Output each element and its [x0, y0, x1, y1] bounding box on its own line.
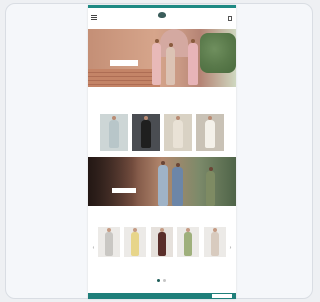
- product-price: [151, 267, 173, 270]
- product-image[interactable]: [124, 227, 146, 257]
- carousel-dots: [155, 279, 169, 282]
- banner-model-2-head: [175, 163, 180, 167]
- banner-model-3: [206, 167, 215, 206]
- category-card[interactable]: [164, 114, 192, 151]
- banner-model-2: [172, 163, 183, 206]
- banner-shop-button[interactable]: [112, 188, 136, 193]
- logo[interactable]: [155, 12, 169, 25]
- category-label: [132, 147, 160, 150]
- product-dress: [184, 232, 192, 256]
- category-dress: [173, 120, 183, 148]
- product-image[interactable]: [151, 227, 173, 257]
- hero-model-2-head: [168, 43, 173, 47]
- product-card[interactable]: [204, 227, 226, 275]
- product-name[interactable]: [124, 259, 146, 265]
- product-card[interactable]: [124, 227, 146, 275]
- hero-model-3: [188, 39, 198, 85]
- hero-title: [102, 47, 154, 53]
- product-card[interactable]: [177, 227, 199, 275]
- hero-shop-button[interactable]: [110, 60, 138, 66]
- banner-model-1-head: [161, 161, 165, 165]
- product-card[interactable]: [98, 227, 120, 275]
- newsletter-button[interactable]: [212, 294, 232, 298]
- category-dress: [141, 120, 151, 148]
- site-header: [88, 8, 236, 29]
- category-card[interactable]: [132, 114, 160, 151]
- bag-icon[interactable]: [227, 15, 233, 21]
- categories-title: [88, 97, 236, 103]
- hero-stairs: [88, 69, 160, 87]
- hero-subtitle: [102, 54, 154, 58]
- product-card[interactable]: [151, 227, 173, 275]
- category-card[interactable]: [100, 114, 128, 151]
- product-dress: [131, 232, 139, 256]
- menu-icon[interactable]: [91, 15, 97, 20]
- category-label: [196, 147, 224, 150]
- newsletter-bar: [88, 293, 236, 299]
- banner-year: [110, 169, 140, 181]
- product-price: [124, 267, 146, 270]
- category-grid: [100, 114, 224, 151]
- carousel-next-icon[interactable]: ›: [228, 245, 233, 251]
- product-dress: [158, 232, 166, 256]
- carousel-dot[interactable]: [163, 279, 166, 282]
- product-price: [177, 267, 199, 270]
- hero-foliage: [200, 33, 236, 73]
- logo-mark: [158, 12, 166, 18]
- logo-text: [155, 19, 169, 22]
- banner-subtitle: [106, 182, 144, 186]
- category-label: [100, 147, 128, 150]
- product-price: [204, 267, 226, 270]
- product-dress: [105, 232, 113, 256]
- hero-model-3-head: [191, 39, 195, 43]
- carousel-prev-icon[interactable]: ‹: [91, 245, 96, 251]
- product-image[interactable]: [98, 227, 120, 257]
- hero-model-2: [166, 43, 175, 85]
- banner-model-3-head: [208, 167, 213, 171]
- website-preview: ‹ ›: [88, 5, 236, 299]
- category-label: [164, 147, 192, 150]
- product-carousel: [98, 227, 226, 275]
- product-name[interactable]: [204, 259, 226, 265]
- newsletter-text: [94, 294, 204, 298]
- category-dress: [205, 120, 215, 148]
- categories-subtitle: [88, 104, 236, 108]
- bag-icon-shape: [228, 16, 232, 21]
- product-name[interactable]: [98, 259, 120, 265]
- hero-model-1-head: [154, 39, 159, 43]
- carousel-dot[interactable]: [157, 279, 160, 282]
- category-dress: [109, 120, 119, 148]
- product-dress: [211, 232, 219, 256]
- products-title: [88, 214, 236, 220]
- product-name[interactable]: [177, 259, 199, 265]
- product-image[interactable]: [204, 227, 226, 257]
- product-name[interactable]: [151, 259, 173, 265]
- hero-banner[interactable]: [88, 29, 236, 87]
- category-card[interactable]: [196, 114, 224, 151]
- product-image[interactable]: [177, 227, 199, 257]
- product-price: [98, 267, 120, 270]
- banner-model-1: [158, 161, 168, 206]
- promo-banner[interactable]: [88, 157, 236, 206]
